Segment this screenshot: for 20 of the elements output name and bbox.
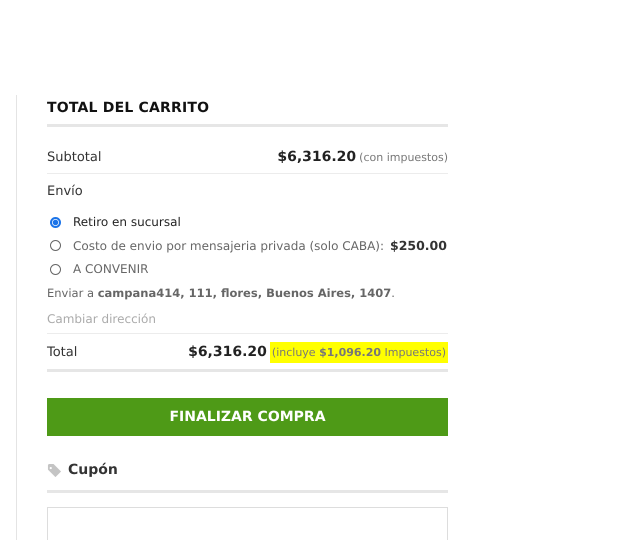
shipping-option-label[interactable]: Costo de envio por mensajeria privada (solo CABA): bbox=[73, 238, 384, 252]
shipping-destination: Enviar a campana414, 111, flores, Buenos Aires, 1407. bbox=[47, 286, 396, 300]
radio-button[interactable] bbox=[50, 216, 61, 228]
total-amount: $6,316.20 bbox=[188, 344, 267, 360]
radio-button[interactable] bbox=[50, 240, 61, 251]
coupon-input-field[interactable] bbox=[47, 507, 448, 540]
shipping-option-label[interactable]: A CONVENIR bbox=[73, 262, 148, 276]
subtotal-label: Subtotal bbox=[47, 150, 102, 164]
tag-icon bbox=[47, 462, 62, 478]
coupon-title: Cupón bbox=[68, 462, 118, 478]
section-title: TOTAL DEL CARRITO bbox=[47, 95, 448, 127]
checkout-button[interactable]: FINALIZAR COMPRA bbox=[47, 398, 448, 436]
tax-note: (incluye $1,096.20 Impuestos) bbox=[270, 342, 448, 363]
subtotal-amount: $6,316.20 bbox=[277, 149, 356, 165]
shipping-option-label[interactable]: Retiro en sucursal bbox=[73, 215, 181, 229]
radio-button[interactable] bbox=[50, 264, 61, 274]
total-label: Total bbox=[47, 345, 78, 360]
tax-note: (con impuestos) bbox=[359, 151, 448, 164]
shipping-label: Envío bbox=[47, 184, 83, 199]
shipping-price: $250.00 bbox=[390, 238, 447, 253]
